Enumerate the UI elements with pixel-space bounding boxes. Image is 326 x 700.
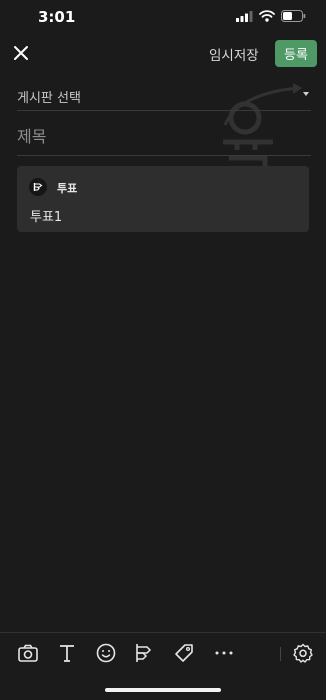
text-button[interactable] — [56, 642, 78, 664]
more-button[interactable] — [213, 642, 235, 664]
poll-card-title: 투표 — [57, 182, 78, 195]
chevron-down-icon — [303, 92, 309, 96]
title-input[interactable]: 제목 — [17, 110, 311, 156]
settings-button[interactable] — [292, 642, 314, 664]
status-icons — [236, 10, 306, 22]
more-icon — [215, 651, 233, 655]
gear-icon — [293, 643, 313, 663]
emoji-button[interactable] — [95, 642, 117, 664]
board-select-label: 게시판 선택 — [17, 91, 81, 106]
poll-card[interactable]: 투표 투표1 — [17, 166, 309, 232]
board-select[interactable]: 게시판 선택 — [17, 80, 311, 111]
emoji-icon — [96, 643, 116, 663]
close-button[interactable] — [10, 42, 32, 64]
save-draft-button[interactable]: 임시저장 — [209, 44, 259, 64]
status-time: 3:01 — [38, 8, 76, 26]
poll-icon — [136, 644, 152, 662]
status-bar: 3:01 — [0, 0, 326, 34]
toolbar-divider — [280, 647, 281, 661]
bottom-toolbar — [0, 632, 326, 673]
camera-icon — [18, 644, 38, 662]
tag-button[interactable] — [173, 642, 195, 664]
poll-button[interactable] — [134, 642, 156, 664]
register-button[interactable]: 등록 — [275, 40, 317, 67]
battery-icon — [281, 10, 306, 22]
title-placeholder: 제목 — [17, 127, 47, 146]
signal-icon — [236, 10, 253, 22]
close-icon — [14, 46, 28, 60]
tag-icon — [175, 644, 193, 662]
text-icon — [60, 645, 74, 662]
poll-icon — [29, 178, 47, 196]
camera-button[interactable] — [17, 642, 39, 664]
top-nav: 임시저장 등록 — [0, 34, 326, 74]
home-indicator — [105, 688, 221, 692]
poll-card-text: 투표1 — [30, 210, 63, 225]
wifi-icon — [259, 10, 275, 22]
